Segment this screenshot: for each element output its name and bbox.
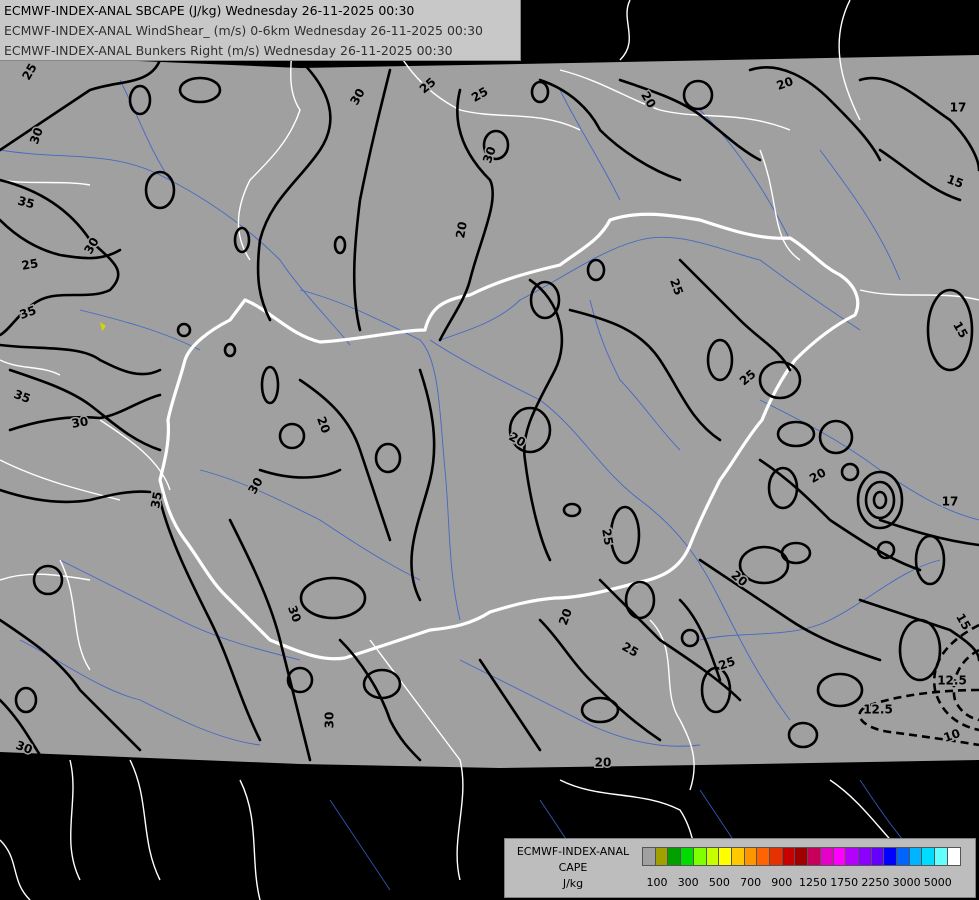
legend-tick-label: 900 <box>771 876 793 889</box>
legend-tick-label: 3000 <box>892 876 921 889</box>
contour-label: 30 <box>323 712 337 729</box>
bunkers-title: ECMWF-INDEX-ANAL Bunkers Right (m/s) Wed… <box>4 43 453 58</box>
legend-tick-label: 5000 <box>923 876 952 889</box>
contour-label: 17 <box>950 101 967 115</box>
cape-map: 25303530253535303025 25302020202525203020… <box>0 0 979 900</box>
contour-label: 12.5 <box>937 674 967 688</box>
contour-label: 12.5 <box>863 703 893 717</box>
contour-label: 20 <box>453 220 470 239</box>
contour-label: 35 <box>148 490 165 509</box>
cape-legend: ECMWF-INDEX-ANAL CAPE J/kg 100 300 500 700 9… <box>504 838 976 898</box>
map-title-box: ECMWF-INDEX-ANAL SBCAPE (J/kg) Wednesday… <box>0 0 521 61</box>
contour-label: 17 <box>942 495 959 509</box>
windshear-title: ECMWF-INDEX-ANAL WindShear_ (m/s) 0-6km … <box>4 23 483 38</box>
legend-field-name: CAPE <box>558 861 588 874</box>
legend-swatch <box>946 847 961 866</box>
legend-tick-label: 2250 <box>861 876 890 889</box>
legend-tick-label: 700 <box>740 876 762 889</box>
legend-unit: J/kg <box>562 877 584 890</box>
sbcape-title: ECMWF-INDEX-ANAL SBCAPE (J/kg) Wednesday… <box>4 3 415 18</box>
legend-tick-label: 500 <box>708 876 730 889</box>
legend-tick-label: 100 <box>646 876 668 889</box>
legend-model-name: ECMWF-INDEX-ANAL <box>516 845 630 858</box>
legend-tick-label: 1250 <box>799 876 827 889</box>
legend-tick-label: 300 <box>677 876 699 889</box>
contour-label: 30 <box>70 414 89 431</box>
contour-label: 20 <box>595 756 612 770</box>
contour-label: 25 <box>599 527 616 546</box>
legend-tick-label: 1750 <box>830 876 859 889</box>
contour-label: 25 <box>20 256 39 273</box>
